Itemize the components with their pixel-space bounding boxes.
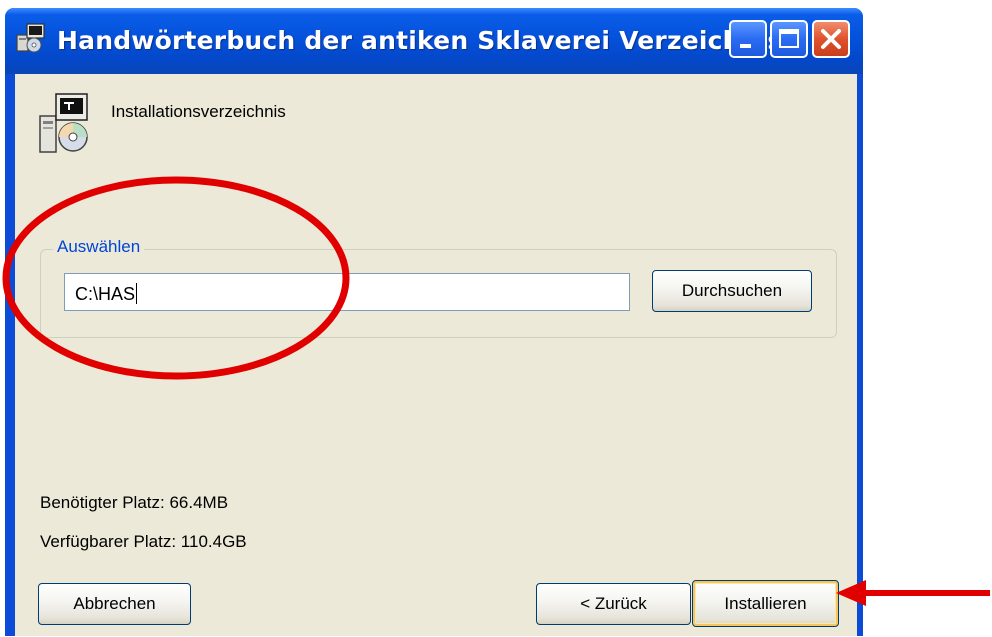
back-button[interactable]: < Zurück (536, 583, 691, 625)
install-path-input[interactable]: C:\HAS (64, 273, 630, 311)
title-bar[interactable]: Handwörterbuch der antiken Sklaverei Ver… (5, 8, 863, 74)
installer-app-icon (16, 23, 45, 53)
maximize-button[interactable] (770, 20, 808, 58)
section-title: Installationsverzeichnis (111, 102, 286, 121)
required-space-text: Benötigter Platz: 66.4MB (40, 493, 229, 512)
minimize-button[interactable] (729, 20, 767, 58)
dialog-body: Installationsverzeichnis Auswählen C:\HA… (15, 74, 857, 636)
setup-computer-cd-icon (39, 93, 88, 153)
text-caret (136, 283, 138, 304)
available-space-text: Verfügbarer Platz: 110.4GB (40, 532, 247, 551)
minimize-icon (740, 44, 751, 48)
install-path-value: C:\HAS (75, 284, 136, 304)
maximize-icon (779, 29, 799, 48)
install-button[interactable]: Installieren (692, 580, 839, 627)
screenshot: Handwörterbuch der antiken Sklaverei Ver… (0, 0, 992, 637)
cancel-button[interactable]: Abbrechen (38, 583, 191, 625)
close-icon (821, 29, 841, 49)
close-button[interactable] (812, 20, 850, 58)
browse-button[interactable]: Durchsuchen (652, 270, 812, 312)
groupbox-label: Auswählen (53, 237, 145, 257)
window-title: Handwörterbuch der antiken Sklaverei Ver… (57, 26, 783, 55)
installer-window: Handwörterbuch der antiken Sklaverei Ver… (5, 8, 863, 636)
